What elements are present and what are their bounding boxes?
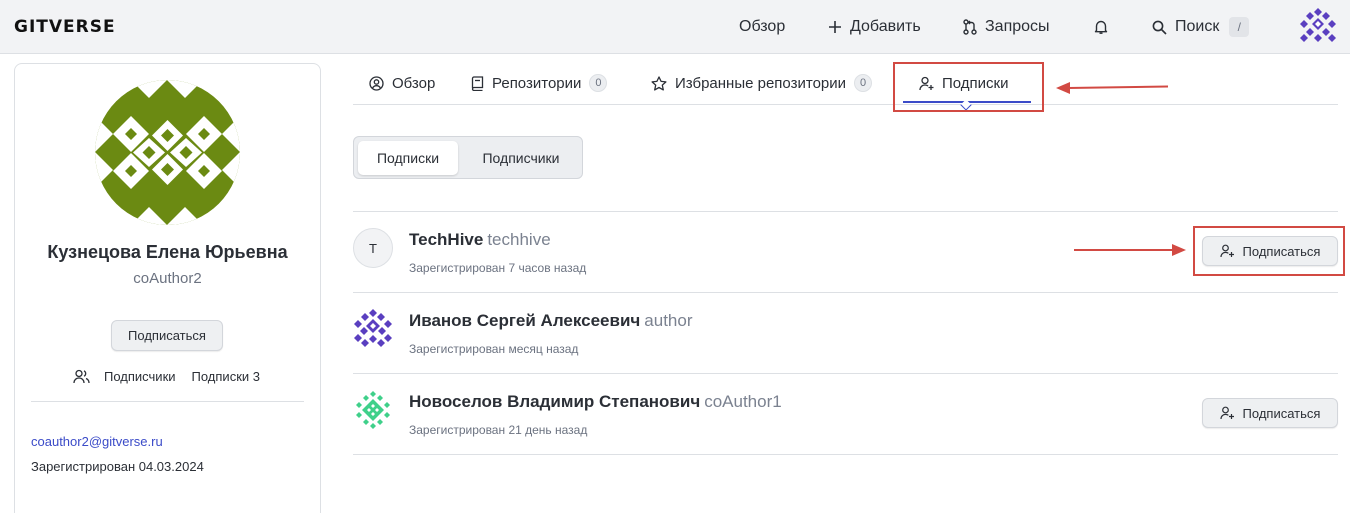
profile-full-name: Кузнецова Елена Юрьевна — [47, 242, 288, 262]
search-label: Поиск — [1175, 18, 1220, 35]
starred-count-badge: 0 — [854, 74, 873, 92]
profile-tabs: Обзор Репозитории 0 Избранные репозитори… — [353, 63, 1338, 105]
tab-starred-label: Избранные репозитории — [675, 74, 847, 92]
segment-followers-label: Подписчики — [482, 150, 560, 166]
annotation-highlight-tab — [893, 62, 1044, 112]
nav-add-label: Добавить — [850, 18, 921, 35]
bell-icon — [1094, 20, 1108, 34]
segment-followers-button[interactable]: Подписчики — [462, 141, 580, 175]
followers-link[interactable]: Подписчики — [104, 369, 176, 384]
follow-button-coauthor1[interactable]: Подписаться — [1202, 398, 1338, 428]
segment-following-label: Подписки — [376, 150, 440, 166]
tab-repositories-label: Репозитории — [492, 74, 582, 92]
profile-card: Кузнецова Елена Юрьевна coAuthor2 Подпис… — [14, 63, 321, 513]
nav-overview-label: Обзор — [739, 18, 786, 35]
annotation-highlight-follow — [1193, 226, 1345, 276]
book-icon — [471, 75, 484, 91]
nav-overview-link[interactable]: Обзор — [739, 0, 785, 54]
plus-icon — [829, 21, 841, 33]
notifications-button[interactable] — [1094, 0, 1116, 54]
user-avatar-icon[interactable] — [1298, 6, 1338, 46]
profile-registered-date: Зарегистрирован 04.03.2024 — [31, 459, 204, 474]
star-icon — [651, 75, 667, 91]
users-icon — [73, 369, 90, 384]
tab-overview-label: Обзор — [392, 74, 436, 92]
tab-overview[interactable]: Обзор — [369, 63, 435, 103]
user-full-name: TechHive — [409, 230, 484, 249]
profile-follow-label: Подписаться — [128, 328, 206, 343]
list-divider — [353, 454, 1338, 455]
repositories-count-badge: 0 — [589, 74, 608, 92]
profile-login: coAuthor2 — [133, 270, 202, 287]
person-add-icon — [1219, 406, 1234, 420]
following-followers-toggle: Подписки Подписчики — [353, 136, 583, 179]
tab-starred-repositories[interactable]: Избранные репозитории 0 — [651, 63, 873, 103]
person-circle-icon — [369, 75, 384, 91]
user-registered-date: Зарегистрирован 7 часов назад — [409, 261, 587, 275]
search-button[interactable]: Поиск / — [1152, 0, 1250, 54]
user-login: author — [644, 311, 693, 330]
follow-button-label: Подписаться — [1242, 405, 1321, 421]
tab-repositories[interactable]: Репозитории 0 — [471, 63, 608, 103]
follow-stats: Подписчики Подписки 3 — [73, 369, 276, 384]
user-registered-date: Зарегистрирован 21 день назад — [409, 423, 588, 437]
profile-follow-button[interactable]: Подписаться — [111, 320, 223, 351]
gitverse-logo[interactable]: GITVERSE — [14, 17, 116, 37]
profile-avatar — [95, 80, 240, 225]
top-navigation-bar: GITVERSE Обзор Добавить Запросы Поиск / — [0, 0, 1350, 54]
user-full-name: Новоселов Владимир Степанович — [409, 392, 701, 411]
search-shortcut-key: / — [1229, 17, 1250, 37]
following-link[interactable]: Подписки 3 — [192, 369, 260, 384]
profile-email-link[interactable]: coauthor2@gitverse.ru — [31, 434, 163, 449]
user-login: techhive — [487, 230, 551, 249]
user-login: coAuthor1 — [704, 392, 782, 411]
user-avatar-techhive[interactable]: T — [353, 228, 393, 268]
user-name-link[interactable]: Новоселов Владимир Степанович coAuthor1 — [409, 392, 782, 412]
user-name-link[interactable]: Иванов Сергей Алексеевич author — [409, 311, 692, 331]
list-divider — [353, 373, 1338, 374]
nav-requests-link[interactable]: Запросы — [963, 0, 1050, 54]
user-full-name: Иванов Сергей Алексеевич — [409, 311, 641, 330]
user-avatar-coauthor1[interactable] — [353, 390, 393, 430]
pull-request-icon — [963, 19, 977, 35]
avatar-letter: T — [369, 240, 377, 256]
user-name-link[interactable]: TechHive techhive — [409, 230, 551, 250]
user-registered-date: Зарегистрирован месяц назад — [409, 342, 579, 356]
user-avatar-author[interactable] — [353, 308, 393, 348]
segment-following-button[interactable]: Подписки — [358, 141, 458, 175]
annotation-arrow-icon — [1074, 244, 1186, 256]
annotation-arrow-icon — [1056, 82, 1169, 94]
nav-add-button[interactable]: Добавить — [828, 0, 921, 54]
nav-requests-label: Запросы — [985, 18, 1050, 35]
search-icon — [1152, 20, 1167, 35]
list-divider — [353, 292, 1338, 293]
card-divider — [31, 401, 304, 402]
list-divider — [353, 211, 1338, 212]
